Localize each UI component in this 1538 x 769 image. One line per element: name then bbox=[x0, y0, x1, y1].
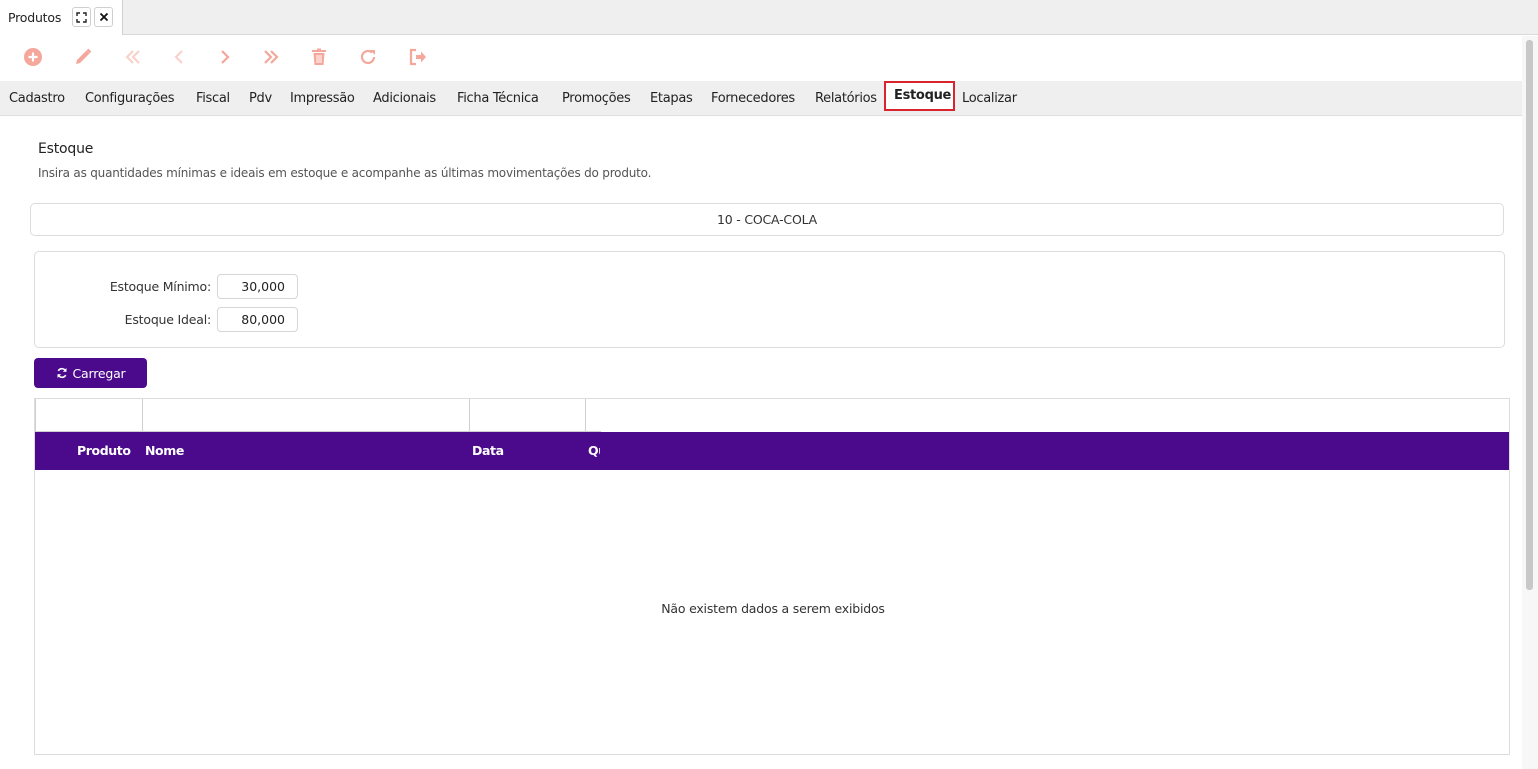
load-button-label: Carregar bbox=[72, 365, 126, 381]
column-header-quantidade[interactable]: Qu bbox=[588, 432, 600, 470]
close-tab-button[interactable] bbox=[94, 7, 113, 27]
toolbar bbox=[0, 36, 1522, 81]
filter-cell-produto[interactable] bbox=[35, 399, 143, 432]
tab-etapas[interactable]: Etapas bbox=[650, 84, 693, 113]
maximize-button[interactable] bbox=[72, 7, 91, 27]
movements-grid: Produto Nome Data Qu Não existem dados a… bbox=[34, 398, 1510, 755]
tab-adicionais[interactable]: Adicionais bbox=[373, 84, 436, 113]
double-chevron-right-icon bbox=[261, 47, 281, 67]
next-record-button[interactable] bbox=[212, 45, 238, 69]
refresh-button[interactable] bbox=[355, 45, 381, 69]
trash-icon bbox=[309, 47, 329, 67]
min-stock-input[interactable] bbox=[217, 274, 298, 299]
min-stock-label: Estoque Mínimo: bbox=[109, 279, 211, 294]
tab-localizar[interactable]: Localizar bbox=[962, 84, 1017, 113]
refresh-icon bbox=[56, 367, 68, 379]
plus-circle-icon bbox=[23, 47, 43, 67]
ideal-stock-label: Estoque Ideal: bbox=[124, 312, 212, 327]
section-tabs: Cadastro Configurações Fiscal Pdv Impres… bbox=[0, 81, 1522, 116]
window-tab-title: Produtos bbox=[8, 10, 62, 25]
last-record-button[interactable] bbox=[258, 45, 284, 69]
pencil-icon bbox=[73, 47, 93, 67]
grid-header: Produto Nome Data Qu bbox=[35, 432, 1509, 470]
ideal-stock-input[interactable] bbox=[217, 307, 298, 332]
add-button[interactable] bbox=[20, 45, 46, 69]
exit-button[interactable] bbox=[405, 45, 431, 69]
previous-record-button[interactable] bbox=[166, 45, 192, 69]
section-title: Estoque bbox=[38, 141, 94, 157]
edit-button[interactable] bbox=[70, 45, 96, 69]
tab-fornecedores[interactable]: Fornecedores bbox=[711, 84, 795, 113]
column-header-produto[interactable]: Produto bbox=[77, 432, 137, 470]
vertical-scrollbar[interactable] bbox=[1522, 36, 1538, 769]
tab-configuracoes[interactable]: Configurações bbox=[85, 84, 175, 113]
tab-relatorios[interactable]: Relatórios bbox=[815, 84, 877, 113]
load-button[interactable]: Carregar bbox=[34, 358, 147, 388]
tab-promocoes[interactable]: Promoções bbox=[562, 84, 631, 113]
chevron-left-icon bbox=[169, 47, 189, 67]
tab-pdv[interactable]: Pdv bbox=[249, 84, 272, 113]
chevron-right-icon bbox=[215, 47, 235, 67]
stock-settings-panel: Estoque Mínimo: Estoque Ideal: bbox=[34, 251, 1505, 348]
maximize-icon bbox=[76, 11, 87, 23]
product-label: 10 - COCA-COLA bbox=[30, 203, 1504, 236]
tab-ficha-tecnica[interactable]: Ficha Técnica bbox=[457, 84, 539, 113]
filter-cell-quantidade[interactable] bbox=[585, 399, 601, 432]
window-tab-produtos[interactable]: Produtos bbox=[0, 0, 123, 35]
close-icon bbox=[99, 12, 109, 22]
column-header-data[interactable]: Data bbox=[472, 432, 532, 470]
tab-cadastro[interactable]: Cadastro bbox=[9, 84, 65, 113]
scrollbar-thumb[interactable] bbox=[1526, 40, 1533, 590]
delete-button[interactable] bbox=[306, 45, 332, 69]
filter-cell-data[interactable] bbox=[469, 399, 586, 432]
first-record-button[interactable] bbox=[120, 45, 146, 69]
section-description: Insira as quantidades mínimas e ideais e… bbox=[38, 166, 652, 180]
tab-impressao[interactable]: Impressão bbox=[290, 84, 355, 113]
sign-out-icon bbox=[408, 47, 428, 67]
tab-fiscal[interactable]: Fiscal bbox=[196, 84, 230, 113]
refresh-icon bbox=[358, 47, 378, 67]
tab-estoque[interactable]: Estoque bbox=[884, 81, 955, 111]
window-tab-strip: Produtos bbox=[0, 0, 1538, 35]
grid-empty-message: Não existem dados a serem exibidos bbox=[661, 601, 885, 616]
double-chevron-left-icon bbox=[123, 47, 143, 67]
filter-cell-nome[interactable] bbox=[142, 399, 470, 432]
column-header-nome[interactable]: Nome bbox=[145, 432, 245, 470]
